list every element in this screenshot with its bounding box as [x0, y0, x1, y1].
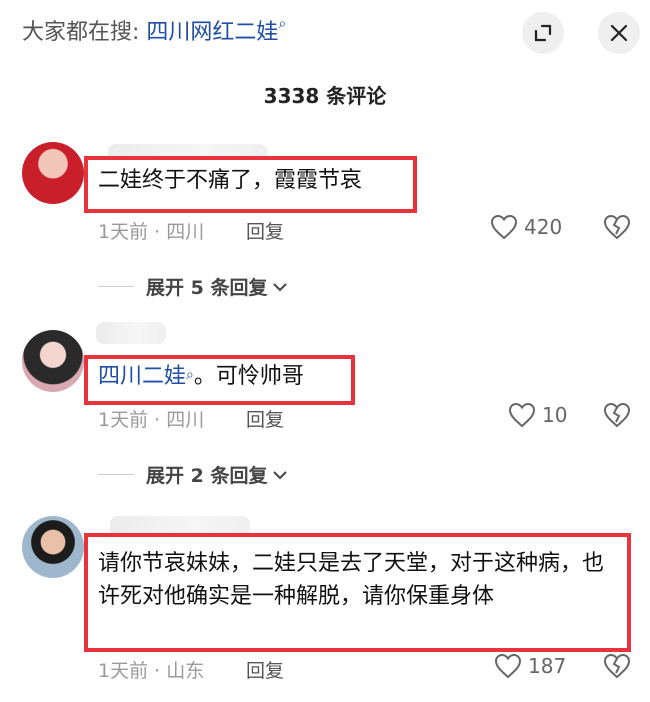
like-count: 420 — [524, 215, 563, 239]
like-button[interactable]: 10 — [508, 402, 567, 428]
expand-icon — [534, 24, 552, 42]
broken-heart-icon — [603, 214, 631, 240]
comment-mention-link[interactable]: 四川二娃 — [98, 364, 186, 389]
close-icon — [610, 24, 628, 42]
comment-text: 。可怜帅哥 — [193, 364, 304, 389]
comment-text: 请你节哀妹妹，二娃只是去了天堂，对于这种病，也许死对他确实是一种解脱，请你保重身… — [98, 551, 605, 609]
expand-replies-button[interactable]: 展开 5 条回复 — [98, 273, 289, 300]
comment-text-highlighted: 四川二娃⌕。可怜帅哥 — [84, 355, 355, 405]
search-suggestion-term[interactable]: 四川网红二娃 — [146, 20, 278, 45]
expand-replies-button[interactable]: 展开 2 条回复 — [98, 461, 289, 488]
close-button[interactable] — [598, 12, 640, 54]
search-suggestion[interactable]: 大家都在搜: 四川网红二娃⌕ — [22, 14, 286, 46]
broken-heart-icon — [603, 402, 631, 428]
avatar[interactable] — [22, 330, 84, 392]
top-bar: 大家都在搜: 四川网红二娃⌕ — [0, 0, 650, 64]
chevron-down-icon — [273, 470, 288, 479]
comment-meta: 1天前 · 四川 — [98, 409, 205, 431]
reply-button[interactable]: 回复 — [246, 656, 284, 683]
reply-button[interactable]: 回复 — [246, 405, 284, 432]
comment-count: 3338 条评论 — [263, 84, 387, 108]
like-button[interactable]: 420 — [490, 214, 562, 240]
divider — [98, 474, 134, 475]
like-count: 10 — [542, 403, 568, 427]
comment-text-highlighted: 二娃终于不痛了，霞霞节哀 — [84, 156, 417, 213]
expand-replies-label: 展开 2 条回复 — [146, 465, 268, 487]
avatar[interactable] — [22, 516, 84, 578]
heart-icon — [494, 653, 522, 679]
expand-button[interactable] — [522, 12, 564, 54]
reply-button[interactable]: 回复 — [246, 217, 284, 244]
divider — [98, 286, 134, 287]
avatar[interactable] — [22, 142, 84, 204]
username-blurred — [96, 322, 166, 344]
dislike-button[interactable] — [603, 214, 631, 244]
heart-icon — [508, 402, 536, 428]
dislike-button[interactable] — [603, 402, 631, 432]
comment-meta: 1天前 · 山东 — [98, 660, 205, 682]
like-count: 187 — [528, 654, 567, 678]
dislike-button[interactable] — [603, 653, 631, 683]
comment-text-highlighted: 请你节哀妹妹，二娃只是去了天堂，对于这种病，也许死对他确实是一种解脱，请你保重身… — [84, 533, 631, 652]
search-icon: ⌕ — [278, 16, 287, 32]
search-icon: ⌕ — [186, 367, 194, 383]
comment-text: 二娃终于不痛了，霞霞节哀 — [98, 168, 363, 193]
broken-heart-icon — [603, 653, 631, 679]
like-button[interactable]: 187 — [494, 653, 566, 679]
heart-icon — [490, 214, 518, 240]
chevron-down-icon — [273, 282, 288, 291]
search-suggestion-prefix: 大家都在搜: — [22, 20, 140, 45]
expand-replies-label: 展开 5 条回复 — [146, 277, 268, 299]
comment-meta: 1天前 · 四川 — [98, 221, 205, 243]
